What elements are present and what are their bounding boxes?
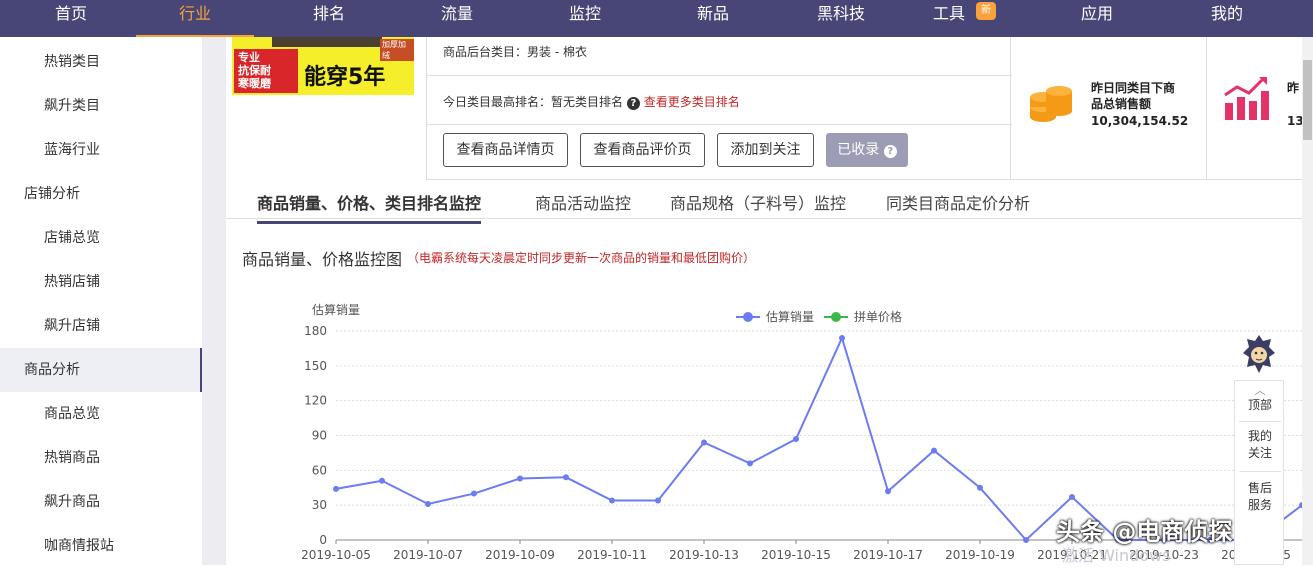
legend-swatch-dot — [831, 312, 841, 322]
x-tick-label: 2019-10-07 — [393, 548, 463, 562]
data-point — [333, 485, 339, 492]
legend-swatch-dot — [743, 312, 753, 322]
x-tick-label: 2019-10-05 — [301, 548, 371, 562]
data-point — [517, 475, 523, 482]
y-axis-label: 估算销量 — [312, 302, 360, 317]
x-tick-label: 2019-10-19 — [945, 548, 1015, 562]
y-tick-label: 30 — [312, 498, 327, 512]
legend-label: 拼单价格 — [854, 309, 902, 324]
data-point — [701, 439, 707, 446]
my-follows-button[interactable]: 我的 关注 — [1235, 428, 1285, 462]
data-point — [563, 474, 569, 481]
data-point — [609, 497, 615, 504]
y-tick-label: 180 — [304, 324, 327, 338]
data-point — [1023, 537, 1029, 543]
chevron-up-icon: ︿ — [1254, 384, 1266, 397]
y-tick-label: 150 — [304, 359, 327, 373]
legend-label: 估算销量 — [766, 309, 814, 324]
x-tick-label: 2019-10-13 — [669, 548, 739, 562]
data-point — [379, 477, 385, 484]
data-point — [839, 334, 845, 341]
y-tick-label: 120 — [304, 394, 327, 408]
data-point — [977, 484, 983, 491]
data-point — [793, 435, 799, 442]
data-point — [1069, 494, 1075, 501]
after-sales-button[interactable]: 售后 服务 — [1235, 480, 1285, 514]
data-point — [655, 497, 661, 504]
y-tick-label: 60 — [312, 463, 327, 477]
x-tick-label: 2019-10-17 — [853, 548, 923, 562]
data-point — [747, 460, 753, 467]
divider — [1239, 471, 1281, 472]
floating-panel: ︿ 顶部 我的 关注 售后 服务 — [1234, 380, 1284, 565]
data-point — [471, 490, 477, 497]
windows-activation-watermark: 激活 Windows — [1062, 546, 1171, 565]
x-tick-label: 2019-10-15 — [761, 548, 831, 562]
lion-mascot-icon — [1243, 335, 1275, 373]
x-tick-label: 2019-10-11 — [577, 548, 647, 562]
series-line — [335, 335, 1303, 542]
scrollbar-thumb[interactable] — [1303, 60, 1312, 140]
y-tick-label: 90 — [312, 429, 327, 443]
y-tick-label: 0 — [319, 533, 327, 547]
back-to-top-button[interactable]: ︿ 顶部 — [1235, 385, 1285, 414]
data-point — [425, 501, 431, 508]
x-tick-label: 2019-10-09 — [485, 548, 555, 562]
sales-line-chart: 估算销量 0 30 60 90 120 150 180 2019-10-05 2019-10-07… — [301, 302, 1305, 562]
data-point — [931, 447, 937, 454]
data-point — [885, 488, 891, 495]
divider — [1239, 421, 1281, 422]
